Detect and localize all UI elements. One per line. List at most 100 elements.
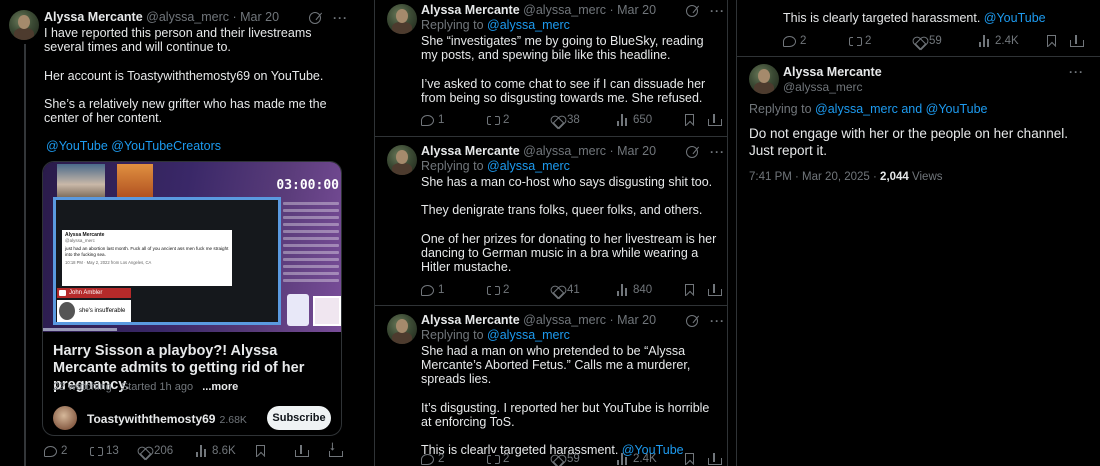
bookmark-button[interactable] xyxy=(1047,35,1056,47)
qr-code xyxy=(313,296,341,326)
tweet-actions: 1 2 41 840 xyxy=(421,282,722,298)
repost-icon xyxy=(487,284,500,296)
tweet-paragraph: She “investigates” me by going to BlueSk… xyxy=(421,34,704,63)
bookmark-button[interactable] xyxy=(685,284,694,296)
tweet-paragraph: One of her prizes for donating to her li… xyxy=(421,231,717,275)
download-button[interactable] xyxy=(329,441,343,457)
mention-link[interactable]: @YouTube xyxy=(984,11,1046,25)
reply-button[interactable]: 2 xyxy=(783,35,806,47)
avatar[interactable] xyxy=(387,145,417,175)
bookmark-button[interactable] xyxy=(256,445,265,457)
grok-icon[interactable] xyxy=(686,314,698,327)
share-button[interactable] xyxy=(1070,35,1084,47)
repost-icon xyxy=(487,114,500,126)
like-button[interactable]: 59 xyxy=(913,35,942,47)
column-2: Alyssa Mercante @alyssa_merc · Mar 20 ··… xyxy=(374,0,728,466)
tweet-date[interactable]: Mar 20 xyxy=(617,3,656,17)
share-button[interactable] xyxy=(295,445,309,457)
tweet-actions: 2 13 206 8.6K xyxy=(44,441,344,459)
grok-icon[interactable] xyxy=(686,145,698,158)
repost-button[interactable]: 13 xyxy=(90,445,119,457)
author-name[interactable]: Alyssa Mercante xyxy=(421,313,520,327)
author-handle[interactable]: @alyssa_merc xyxy=(146,10,229,24)
replying-to-link[interactable]: @alyssa_merc xyxy=(487,18,570,32)
share-button[interactable] xyxy=(708,284,722,296)
like-button[interactable]: 41 xyxy=(551,284,580,296)
repost-button[interactable]: 2 xyxy=(849,35,871,47)
avatar[interactable] xyxy=(387,314,417,344)
tweet-text: I have reported this person and their li… xyxy=(44,26,344,125)
more-icon[interactable]: ··· xyxy=(710,145,725,159)
share-button[interactable] xyxy=(708,114,722,126)
reply-button[interactable]: 2 xyxy=(421,453,444,465)
thread-line xyxy=(24,44,26,466)
replying-to: Replying to @alyssa_merc and @YouTube xyxy=(749,102,988,116)
youtube-name-bar: John Ambler xyxy=(57,288,131,298)
tweet-paragraph: She had a man on who pretended to be “Al… xyxy=(421,344,691,387)
grok-icon[interactable] xyxy=(309,11,321,24)
avatar[interactable] xyxy=(387,4,417,34)
replying-to-link[interactable]: @alyssa_merc and @YouTube xyxy=(815,102,987,116)
subscriber-count: 2.68K xyxy=(219,414,247,426)
mention-links[interactable]: @YouTube @YouTubeCreators xyxy=(46,139,221,153)
more-icon[interactable]: ··· xyxy=(1069,65,1084,79)
replying-to-link[interactable]: @alyssa_merc xyxy=(487,328,570,342)
divider xyxy=(375,136,727,137)
tweet-header: Alyssa Mercante @alyssa_merc · Mar 20 xyxy=(421,3,657,17)
column-3: This is clearly targeted harassment. @Yo… xyxy=(736,0,1100,466)
channel-avatar[interactable] xyxy=(53,406,77,430)
repost-button[interactable]: 2 xyxy=(487,453,509,465)
more-icon[interactable]: ··· xyxy=(333,11,348,25)
tweet-date[interactable]: Mar 20 xyxy=(617,144,656,158)
author-name[interactable]: Alyssa Mercante xyxy=(421,3,520,17)
author-handle[interactable]: @alyssa_merc xyxy=(523,313,606,327)
bookmark-button[interactable] xyxy=(685,114,694,126)
views-button[interactable]: 2.4K xyxy=(617,453,657,465)
author-name[interactable]: Alyssa Mercante xyxy=(783,65,882,79)
author-handle[interactable]: @alyssa_merc xyxy=(523,144,606,158)
reply-button[interactable]: 1 xyxy=(421,284,444,296)
embedded-tweet-handle: @alyssa_merc xyxy=(65,238,95,244)
views-button[interactable]: 2.4K xyxy=(979,35,1019,47)
reply-icon xyxy=(421,114,434,126)
video-thumbnail[interactable]: 03:00:00 Alyssa Mercante @alyssa_merc ju… xyxy=(43,162,341,332)
youtube-card[interactable]: 03:00:00 Alyssa Mercante @alyssa_merc ju… xyxy=(42,161,342,436)
views-icon xyxy=(617,114,629,126)
focal-tweet-text: Do not engage with her or the people on … xyxy=(749,126,1068,158)
author-name[interactable]: Alyssa Mercante xyxy=(421,144,520,158)
author-handle[interactable]: @alyssa_merc xyxy=(523,3,606,17)
avatar[interactable] xyxy=(749,64,779,94)
like-button[interactable]: 206 xyxy=(138,445,173,457)
tweet-text: She had a man on who pretended to be “Al… xyxy=(421,344,721,458)
view-count: 2,044 xyxy=(880,171,909,183)
tweet-date[interactable]: Mar 20 xyxy=(617,313,656,327)
reply-button[interactable]: 1 xyxy=(421,114,444,126)
more-icon[interactable]: ··· xyxy=(710,314,725,328)
reply-button[interactable]: 2 xyxy=(44,445,67,457)
like-button[interactable]: 38 xyxy=(551,114,580,126)
video-progress xyxy=(43,328,117,331)
author-handle[interactable]: @alyssa_merc xyxy=(783,80,863,94)
avatar[interactable] xyxy=(9,10,39,40)
share-button[interactable] xyxy=(708,453,722,465)
replying-to-link[interactable]: @alyssa_merc xyxy=(487,159,570,173)
like-button[interactable]: 59 xyxy=(551,453,580,465)
repost-button[interactable]: 2 xyxy=(487,114,509,126)
views-button[interactable]: 650 xyxy=(617,114,652,126)
channel-name-text[interactable]: Toastywiththemosty69 xyxy=(87,412,215,426)
repost-button[interactable]: 2 xyxy=(487,284,509,296)
tweet-time[interactable]: 7:41 PM · Mar 20, 2025 · xyxy=(749,171,877,183)
bookmark-button[interactable] xyxy=(685,453,694,465)
more-icon[interactable]: ··· xyxy=(710,4,725,18)
tweet-date[interactable]: Mar 20 xyxy=(240,10,279,24)
reply-icon xyxy=(421,284,434,296)
channel-name[interactable]: Toastywiththemosty69 2.68K xyxy=(87,412,247,426)
author-name[interactable]: Alyssa Mercante xyxy=(44,10,143,24)
replying-to: Replying to @alyssa_merc xyxy=(421,18,570,32)
tweet-paragraph: She has a man co-host who says disgustin… xyxy=(421,175,713,189)
subscribe-button[interactable]: Subscribe xyxy=(267,406,331,430)
grok-icon[interactable] xyxy=(686,4,698,17)
views-button[interactable]: 8.6K xyxy=(196,445,236,457)
more-link[interactable]: ...more xyxy=(202,381,238,393)
views-button[interactable]: 840 xyxy=(617,284,652,296)
